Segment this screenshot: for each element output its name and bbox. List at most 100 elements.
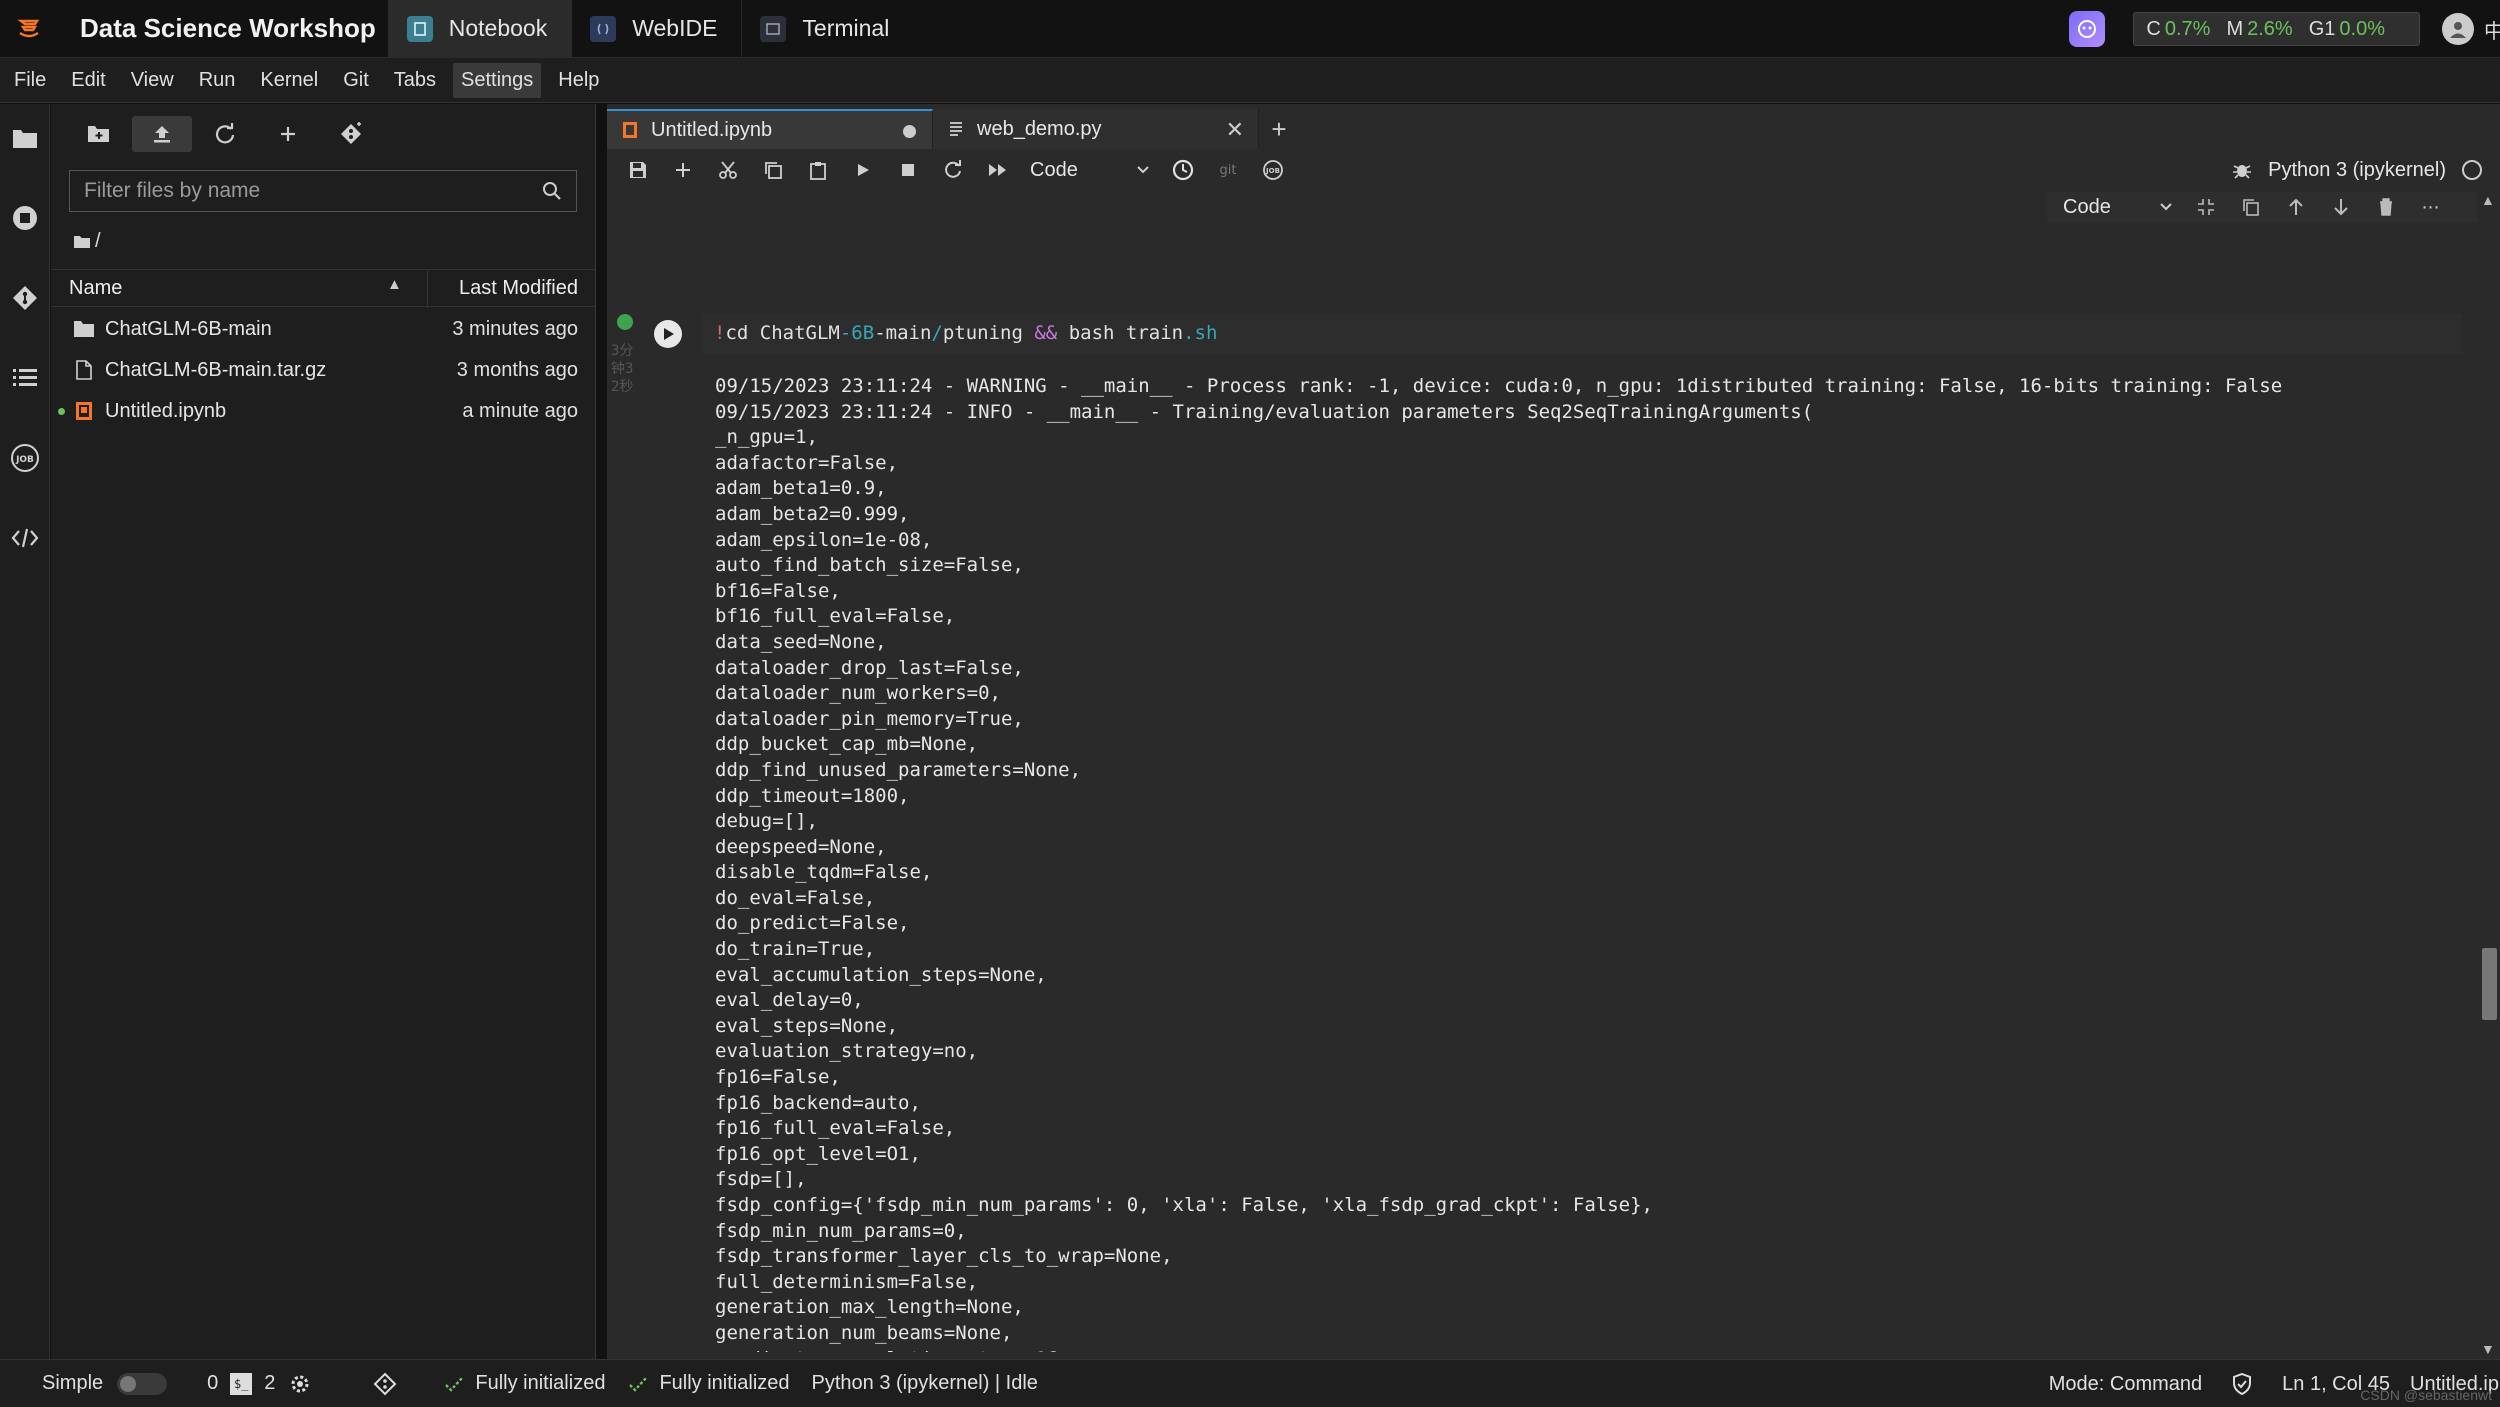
add-tab-button[interactable]: + (1259, 109, 1299, 149)
upload-icon (154, 126, 170, 143)
cell-type-select[interactable]: Code (1020, 159, 1150, 182)
file-row[interactable]: ChatGLM-6B-main 3 minutes ago (51, 309, 596, 349)
upload-button[interactable] (132, 116, 192, 152)
git-status[interactable] (373, 1372, 397, 1396)
kernel-indicator[interactable]: Python 3 (ipykernel) (2232, 151, 2482, 189)
move-down-icon[interactable] (2318, 197, 2363, 217)
menu-kernel[interactable]: Kernel (252, 63, 326, 98)
folder-icon[interactable] (9, 122, 41, 154)
cell-toolbar-type-select[interactable]: Code (2063, 196, 2183, 219)
resource-monitor[interactable]: C 0.7% M 2.6% G1 0.0% (2133, 12, 2420, 46)
column-last-modified[interactable]: Last Modified (459, 277, 578, 300)
mode-indicator[interactable]: Mode: Command (2049, 1373, 2202, 1396)
restart-icon (944, 160, 961, 178)
menu-settings[interactable]: Settings (453, 62, 542, 98)
scroll-up-icon[interactable]: ▲ (2481, 192, 2495, 208)
git-icon[interactable] (9, 282, 41, 314)
play-icon (857, 164, 869, 176)
output-line: fp16_opt_level=O1, (715, 1142, 921, 1165)
execution-time-button[interactable] (1160, 153, 1205, 187)
kernel-gear-icon (289, 1373, 311, 1395)
lsp-check-icon (629, 1376, 648, 1392)
lsp-check-icon (445, 1376, 464, 1392)
running-kernels-icon[interactable] (9, 202, 41, 234)
output-line: adam_epsilon=1e-08, (715, 528, 933, 551)
menu-git[interactable]: Git (335, 63, 377, 98)
paste-button[interactable] (795, 153, 840, 187)
kernel-status[interactable]: Python 3 (ipykernel) | Idle (812, 1372, 1038, 1395)
delete-cell-icon[interactable] (2363, 197, 2408, 217)
kernel-status-icon (2462, 160, 2482, 180)
job-button[interactable]: JOB (1250, 153, 1295, 187)
kernel-name[interactable]: Python 3 (ipykernel) (2268, 159, 2446, 182)
code-snippets-icon[interactable] (9, 522, 41, 554)
new-launcher-button[interactable] (258, 116, 318, 152)
restart-kernel-button[interactable] (930, 153, 975, 187)
duplicate-cell-icon[interactable] (2228, 197, 2273, 217)
code-cell-input[interactable]: !cd ChatGLM-6B-main/ptuning && bash trai… (702, 314, 2462, 354)
column-divider[interactable] (427, 270, 428, 308)
jobs-icon[interactable]: JOB (9, 442, 41, 474)
close-icon[interactable]: ✕ (1226, 117, 1244, 143)
vertical-scrollbar[interactable]: ▲ ▼ (2479, 192, 2500, 1359)
git-clone-button[interactable] (321, 116, 381, 152)
cut-button[interactable] (705, 153, 750, 187)
run-cell-icon[interactable] (654, 320, 682, 348)
file-filter-field[interactable] (69, 170, 577, 212)
breadcrumb[interactable]: / (73, 230, 101, 253)
jupyter-logo-icon[interactable] (0, 0, 58, 58)
new-folder-button[interactable] (69, 116, 129, 152)
scroll-thumb[interactable] (2482, 948, 2497, 1020)
lsp-status-1[interactable]: Fully initialized (443, 1372, 605, 1395)
tab-terminal[interactable]: Terminal (741, 0, 913, 58)
doc-tab-untitled[interactable]: Untitled.ipynb (607, 109, 933, 149)
insert-cell-button[interactable] (660, 153, 705, 187)
menu-edit[interactable]: Edit (63, 63, 113, 98)
output-line: _n_gpu=1, (715, 426, 818, 449)
simple-mode-toggle[interactable]: Simple (42, 1372, 168, 1395)
doc-tab-web-demo[interactable]: web_demo.py ✕ (933, 109, 1259, 149)
more-options-icon[interactable]: ⋯ (2408, 197, 2453, 218)
menu-help[interactable]: Help (550, 63, 607, 98)
interrupt-kernel-button[interactable] (885, 153, 930, 187)
output-line: 09/15/2023 23:11:24 - INFO - __main__ - … (715, 400, 1814, 423)
ai-assistant-icon[interactable] (2069, 11, 2106, 47)
scroll-down-icon[interactable]: ▼ (2481, 1341, 2495, 1357)
toggle-switch[interactable] (117, 1372, 168, 1395)
git-clone-icon (341, 122, 361, 144)
output-line: evaluation_strategy=no, (715, 1040, 979, 1063)
terminal-count[interactable]: 0 $_ 2 (207, 1372, 311, 1395)
output-line: generation_num_beams=None, (715, 1321, 1013, 1344)
lsp-status-2[interactable]: Fully initialized (627, 1372, 790, 1395)
save-button[interactable] (615, 153, 660, 187)
file-row[interactable]: Untitled.ipynb a minute ago (51, 391, 596, 431)
collapse-icon[interactable] (2183, 197, 2228, 217)
lsp-status-label: Fully initialized (475, 1372, 606, 1394)
unsaved-indicator[interactable] (903, 125, 916, 138)
shield-icon[interactable] (2232, 1373, 2252, 1395)
move-up-icon[interactable] (2273, 197, 2318, 217)
restart-run-all-button[interactable] (975, 153, 1020, 187)
code-token: . (1183, 322, 1195, 344)
file-filter-input[interactable] (84, 179, 542, 203)
tab-notebook[interactable]: Notebook (387, 0, 572, 58)
menu-tabs[interactable]: Tabs (386, 63, 444, 98)
refresh-button[interactable] (195, 116, 255, 152)
menu-file[interactable]: File (6, 63, 54, 98)
table-of-contents-icon[interactable] (9, 362, 41, 394)
user-avatar[interactable] (2442, 13, 2474, 45)
tab-webide[interactable]: WebIDE (571, 0, 741, 58)
sort-ascending-icon[interactable]: ▲ (387, 276, 402, 293)
run-cell-button[interactable] (840, 153, 885, 187)
language-switch[interactable]: 中 (2484, 15, 2500, 44)
column-name[interactable]: Name (69, 277, 122, 300)
file-row[interactable]: ChatGLM-6B-main.tar.gz 3 months ago (51, 350, 596, 390)
git-diff-button[interactable]: git (1205, 153, 1250, 187)
debugger-bug-icon[interactable] (2232, 160, 2252, 180)
cell-toolbar-type-value: Code (2063, 195, 2111, 218)
copy-button[interactable] (750, 153, 795, 187)
menu-run[interactable]: Run (191, 63, 244, 98)
menu-view[interactable]: View (123, 63, 182, 98)
code-token: && (1034, 322, 1058, 344)
breadcrumb-root[interactable]: / (95, 230, 101, 253)
